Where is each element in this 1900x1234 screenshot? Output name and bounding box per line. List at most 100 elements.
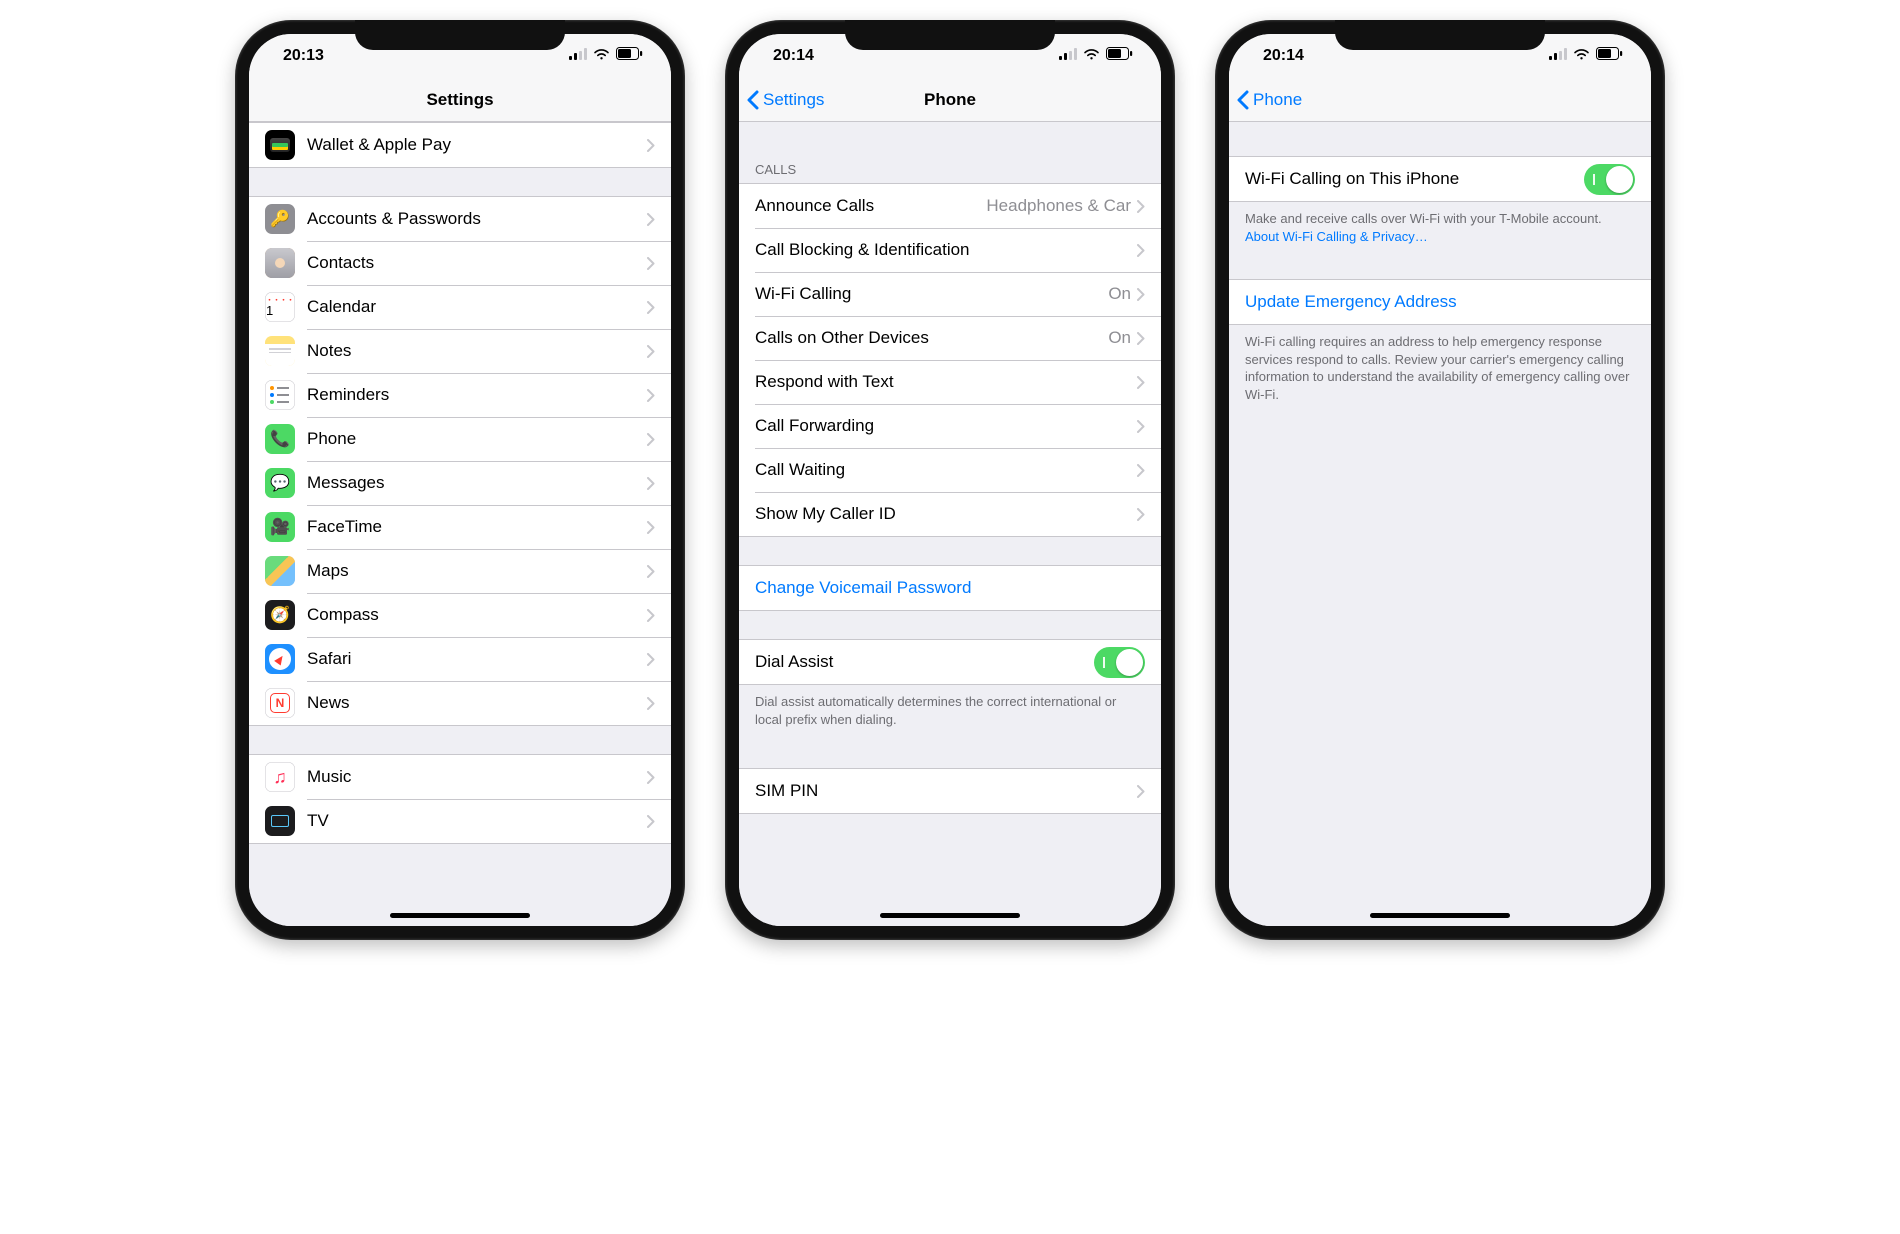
settings-row[interactable]: Wi-Fi CallingOn xyxy=(739,272,1161,316)
settings-row[interactable]: N News xyxy=(249,681,671,725)
row-label: Calls on Other Devices xyxy=(755,328,1108,348)
footer-link[interactable]: About Wi-Fi Calling & Privacy… xyxy=(1245,229,1428,244)
settings-row[interactable]: Change Voicemail Password xyxy=(739,566,1161,610)
row-label: Compass xyxy=(307,605,647,625)
chevron-right-icon xyxy=(1137,508,1145,521)
row-label: Phone xyxy=(307,429,647,449)
notch xyxy=(355,20,565,50)
settings-row[interactable]: Show My Caller ID xyxy=(739,492,1161,536)
calendar-icon: ・・・・1 xyxy=(265,292,295,322)
wifi-icon xyxy=(1573,47,1590,65)
settings-row[interactable]: 💬Messages xyxy=(249,461,671,505)
chevron-right-icon xyxy=(647,345,655,358)
settings-row[interactable]: Dial Assist xyxy=(739,640,1161,684)
row-label: Show My Caller ID xyxy=(755,504,1137,524)
nav-bar: Phone xyxy=(1229,78,1651,122)
row-label: Wi-Fi Calling on This iPhone xyxy=(1245,169,1584,189)
settings-row[interactable]: ・・・・1Calendar xyxy=(249,285,671,329)
nav-bar: Settings Phone xyxy=(739,78,1161,122)
chevron-right-icon xyxy=(1137,464,1145,477)
chevron-right-icon xyxy=(647,213,655,226)
settings-row[interactable]: Respond with Text xyxy=(739,360,1161,404)
toggle-switch[interactable] xyxy=(1584,164,1635,195)
settings-row[interactable]: Update Emergency Address xyxy=(1229,280,1651,324)
row-label: Maps xyxy=(307,561,647,581)
status-time: 20:14 xyxy=(1263,47,1304,65)
settings-row[interactable]: Safari xyxy=(249,637,671,681)
row-detail: On xyxy=(1108,328,1131,348)
row-label: Call Forwarding xyxy=(755,416,1137,436)
settings-row[interactable]: Call Waiting xyxy=(739,448,1161,492)
settings-row[interactable]: Contacts xyxy=(249,241,671,285)
row-label: News xyxy=(307,693,647,713)
signal-icon xyxy=(1059,47,1077,65)
content-scroll[interactable]: Wi-Fi Calling on This iPhone Make and rec… xyxy=(1229,122,1651,926)
row-label: Messages xyxy=(307,473,647,493)
status-time: 20:13 xyxy=(283,47,324,65)
row-label: Contacts xyxy=(307,253,647,273)
chevron-right-icon xyxy=(1137,288,1145,301)
chevron-right-icon xyxy=(647,389,655,402)
section-footer: Make and receive calls over Wi-Fi with y… xyxy=(1229,202,1651,251)
settings-row[interactable]: Reminders xyxy=(249,373,671,417)
contacts-icon xyxy=(265,248,295,278)
settings-row[interactable]: Notes xyxy=(249,329,671,373)
back-label: Phone xyxy=(1253,90,1302,110)
chevron-right-icon xyxy=(647,477,655,490)
settings-row[interactable]: Wallet & Apple Pay xyxy=(249,123,671,167)
settings-row[interactable]: 🔑Accounts & Passwords xyxy=(249,197,671,241)
reminders-icon xyxy=(265,380,295,410)
row-label: Wallet & Apple Pay xyxy=(307,135,647,155)
chevron-right-icon xyxy=(647,609,655,622)
chevron-right-icon xyxy=(1137,200,1145,213)
settings-row[interactable]: 🎥FaceTime xyxy=(249,505,671,549)
settings-row[interactable]: 📞Phone xyxy=(249,417,671,461)
wallet-icon xyxy=(265,130,295,160)
home-indicator[interactable] xyxy=(1370,913,1510,918)
section-header: CALLS xyxy=(739,156,1161,183)
maps-icon xyxy=(265,556,295,586)
chevron-right-icon xyxy=(647,565,655,578)
content-scroll[interactable]: Wallet & Apple Pay 🔑Accounts & Passwords C… xyxy=(249,122,671,926)
screen: 20:14SettingsPhoneCALLSAnnounce CallsHea… xyxy=(739,34,1161,926)
settings-row[interactable]: Calls on Other DevicesOn xyxy=(739,316,1161,360)
notes-icon xyxy=(265,336,295,366)
settings-row[interactable]: Announce CallsHeadphones & Car xyxy=(739,184,1161,228)
row-detail: On xyxy=(1108,284,1131,304)
settings-row[interactable]: ♫Music xyxy=(249,755,671,799)
row-label: Update Emergency Address xyxy=(1245,292,1635,312)
row-label: Reminders xyxy=(307,385,647,405)
home-indicator[interactable] xyxy=(880,913,1020,918)
row-label: Music xyxy=(307,767,647,787)
chevron-right-icon xyxy=(1137,785,1145,798)
chevron-right-icon xyxy=(647,771,655,784)
row-label: Notes xyxy=(307,341,647,361)
settings-row[interactable]: Call Blocking & Identification xyxy=(739,228,1161,272)
back-label: Settings xyxy=(763,90,824,110)
chevron-right-icon xyxy=(647,139,655,152)
row-detail: Headphones & Car xyxy=(986,196,1131,216)
toggle-switch[interactable] xyxy=(1094,647,1145,678)
back-button[interactable]: Phone xyxy=(1237,90,1302,110)
settings-row[interactable]: Maps xyxy=(249,549,671,593)
settings-row[interactable]: Call Forwarding xyxy=(739,404,1161,448)
screen: 20:14 Phone Wi-Fi Calling on This iPhone Ma… xyxy=(1229,34,1651,926)
settings-row[interactable]: 🧭Compass xyxy=(249,593,671,637)
facetime-icon: 🎥 xyxy=(265,512,295,542)
home-indicator[interactable] xyxy=(390,913,530,918)
back-button[interactable]: Settings xyxy=(747,90,824,110)
tv-icon xyxy=(265,806,295,836)
news-icon: N xyxy=(265,688,295,718)
content-scroll[interactable]: CALLSAnnounce CallsHeadphones & CarCall … xyxy=(739,122,1161,926)
chevron-right-icon xyxy=(1137,244,1145,257)
safari-icon xyxy=(265,644,295,674)
row-label: SIM PIN xyxy=(755,781,1137,801)
nav-title: Settings xyxy=(426,90,493,110)
settings-row[interactable]: SIM PIN xyxy=(739,769,1161,813)
settings-row[interactable]: TV xyxy=(249,799,671,843)
signal-icon xyxy=(1549,47,1567,65)
section-footer: Wi-Fi calling requires an address to hel… xyxy=(1229,325,1651,409)
nav-title: Phone xyxy=(924,90,976,110)
iphone-frame: 20:13 Settings Wallet & Apple Pay 🔑Accounts… xyxy=(235,20,685,940)
settings-row[interactable]: Wi-Fi Calling on This iPhone xyxy=(1229,157,1651,201)
